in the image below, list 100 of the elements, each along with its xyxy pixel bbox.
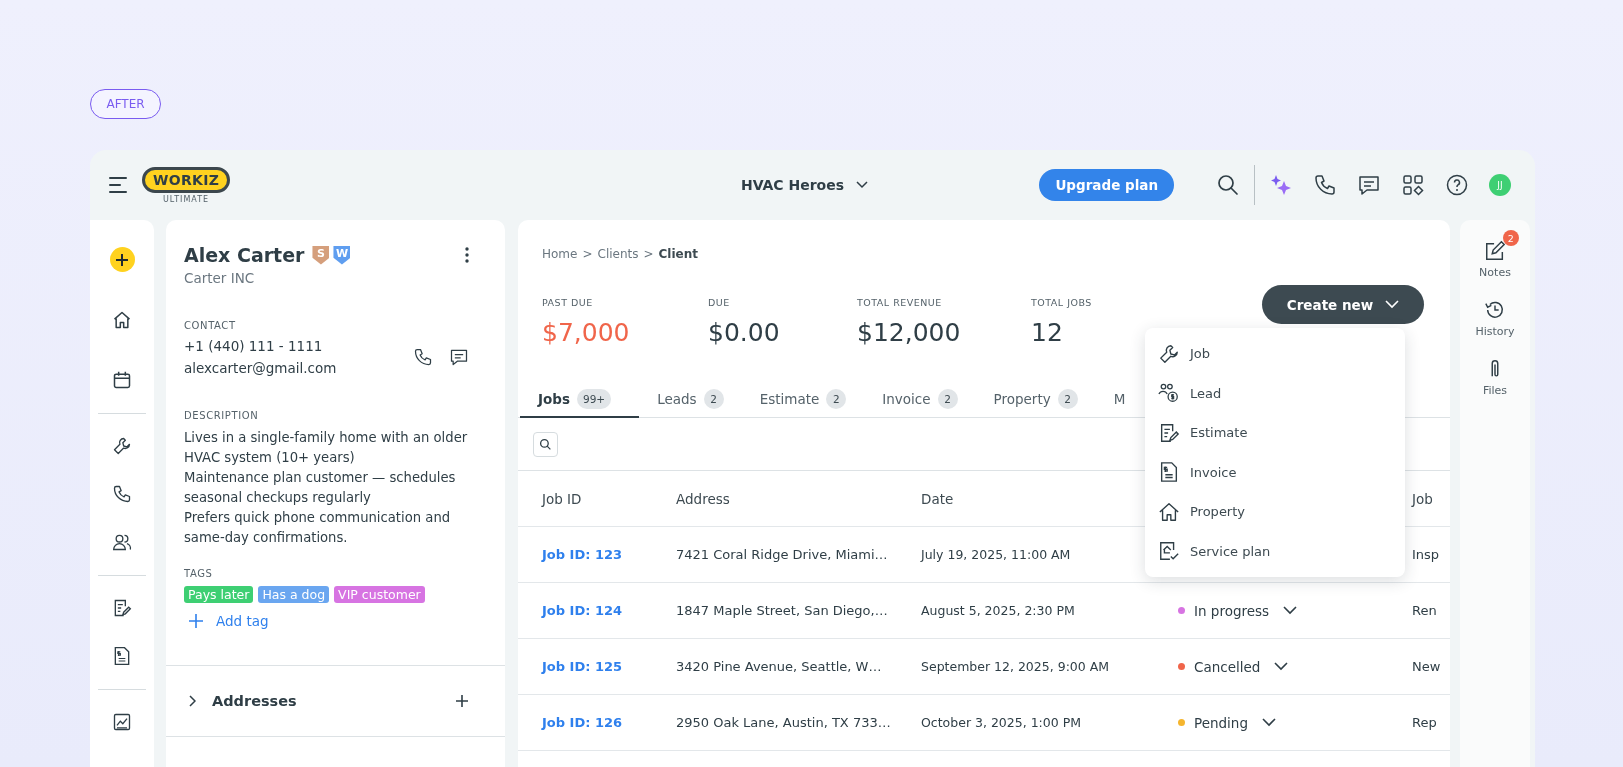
plus-icon: [188, 613, 204, 629]
chevron-down-icon: [1261, 718, 1276, 727]
breadcrumb-link[interactable]: Home: [542, 247, 578, 261]
business-selector[interactable]: HVAC Heroes: [740, 177, 869, 193]
description-text: Prefers quick phone communication and same-day confirmations.: [183, 509, 452, 547]
breadcrumb-separator: >: [582, 247, 593, 261]
breadcrumb-link[interactable]: Clients: [597, 247, 639, 261]
search-icon: [539, 437, 552, 451]
stat-value: $0.00: [708, 318, 781, 347]
breadcrumb-separator: >: [643, 247, 654, 261]
add-tag-link[interactable]: Add tag: [188, 613, 269, 629]
table-cell-text: 3420 Pine Avenue, Seattle, W…: [676, 659, 883, 674]
count-badge: 2: [1502, 230, 1519, 246]
help-icon[interactable]: [1445, 173, 1469, 197]
invoice-icon: [1158, 461, 1180, 484]
job-link[interactable]: Job ID: 124: [542, 603, 676, 618]
tab[interactable]: Leads 2: [639, 381, 742, 418]
tab[interactable]: Jobs 99+: [520, 381, 640, 418]
menu-item[interactable]: Estimate: [1145, 413, 1405, 453]
report-icon[interactable]: [112, 712, 132, 732]
side-panel-button[interactable]: Files: [1482, 358, 1508, 397]
stat-label: TOTAL REVENUE: [857, 297, 943, 308]
chevron-right-icon: [188, 695, 196, 707]
menu-item[interactable]: Lead: [1145, 373, 1405, 413]
breadcrumb-link[interactable]: Client: [658, 247, 698, 261]
estimate-icon: [1158, 421, 1180, 444]
pencil-square-icon: [1484, 240, 1506, 262]
chat-icon[interactable]: [1357, 173, 1381, 197]
status-dropdown[interactable]: Pending: [1194, 714, 1276, 731]
invoice-icon[interactable]: [112, 646, 132, 666]
table-cell-text: October 3, 2025, 1:00 PM: [921, 715, 1083, 730]
after-badge: AFTER: [90, 89, 161, 119]
phone-icon[interactable]: [112, 484, 132, 504]
shield-badge: W: [333, 245, 351, 265]
people-icon[interactable]: [112, 532, 132, 552]
table-cell-text: September 12, 2025, 9:00 AM: [921, 659, 1111, 674]
section-label: CONTACT: [183, 319, 237, 333]
section-toggle[interactable]: Addresses: [188, 693, 297, 709]
table-cell-text: Rep: [1412, 715, 1438, 730]
menu-item[interactable]: Job: [1145, 334, 1405, 374]
plan-tier-label: ULTIMATE: [163, 194, 210, 204]
sparkle-icon[interactable]: [1269, 173, 1293, 197]
estimate-icon[interactable]: [112, 598, 132, 618]
plus-icon: [115, 252, 129, 267]
email-address: alexcarter@gmail.com: [184, 360, 338, 376]
logo[interactable]: WORKIZ: [142, 166, 231, 193]
table-cell-text: August 5, 2025, 2:30 PM: [921, 603, 1076, 618]
menu-item[interactable]: Property: [1145, 492, 1405, 532]
status-dropdown[interactable]: In progress: [1194, 602, 1298, 619]
menu-item[interactable]: Invoice: [1145, 452, 1405, 492]
tab[interactable]: M: [1095, 381, 1144, 418]
search-icon[interactable]: [1216, 173, 1240, 197]
add-icon[interactable]: [455, 694, 469, 708]
table-cell-text: Ren: [1412, 603, 1438, 618]
phone-icon[interactable]: [1313, 173, 1337, 197]
chevron-down-icon: [1385, 300, 1400, 309]
chevron-down-icon: [1283, 606, 1298, 615]
search-button[interactable]: [533, 431, 558, 457]
menu-item[interactable]: Service plan: [1145, 531, 1405, 571]
chevron-down-icon: [856, 181, 869, 189]
client-name: Alex Carter: [184, 244, 305, 266]
history-icon: [1484, 299, 1506, 321]
column-header: Date: [921, 490, 955, 507]
menu-icon[interactable]: [108, 176, 128, 194]
apps-icon[interactable]: [1401, 173, 1425, 197]
table-cell-text: 2950 Oak Lane, Austin, TX 733…: [676, 715, 892, 730]
table-cell-text: 1847 Maple Street, San Diego,…: [676, 603, 889, 618]
home-icon[interactable]: [112, 310, 132, 330]
upgrade-button[interactable]: Upgrade plan: [1039, 169, 1174, 201]
tab[interactable]: Estimate 2: [741, 381, 865, 418]
stat-value: $7,000: [542, 318, 631, 347]
status-dropdown[interactable]: Cancelled: [1194, 658, 1289, 675]
description-text: Maintenance plan customer — schedules seasonal checkups regularly: [183, 469, 457, 507]
add-button[interactable]: [109, 247, 135, 272]
side-panel-button[interactable]: History: [1475, 299, 1515, 338]
stat-label: PAST DUE: [542, 297, 594, 308]
phone-icon[interactable]: [413, 347, 433, 367]
stat-label: DUE: [708, 297, 731, 308]
table-cell-text: New: [1412, 659, 1442, 674]
job-link[interactable]: Job ID: 125: [542, 659, 676, 674]
more-icon[interactable]: [465, 247, 469, 263]
tab[interactable]: Property 2: [975, 381, 1096, 418]
calendar-icon[interactable]: [112, 370, 132, 390]
section-label: DESCRIPTION: [183, 409, 260, 423]
column-header: Address: [676, 490, 731, 507]
job-link[interactable]: Job ID: 126: [542, 715, 676, 730]
table-cell-text: July 19, 2025, 11:00 AM: [921, 547, 1072, 562]
table-cell-text: 7421 Coral Ridge Drive, Miami…: [676, 547, 889, 562]
section-label: TAGS: [183, 567, 214, 581]
chat-icon[interactable]: [449, 347, 469, 367]
table-cell-text: Insp: [1412, 547, 1441, 562]
create-new-button[interactable]: Create new: [1262, 285, 1424, 324]
chevron-down-icon: [1274, 662, 1289, 671]
tab[interactable]: Invoice 2: [864, 381, 976, 418]
shield-badge: S: [312, 245, 330, 265]
column-header: Job ID: [542, 490, 583, 507]
phone-number: +1 (440) 111 - 1111: [184, 338, 324, 354]
company-name: Carter INC: [183, 269, 256, 286]
job-link[interactable]: Job ID: 123: [542, 547, 676, 562]
wrench-icon[interactable]: [112, 436, 132, 456]
